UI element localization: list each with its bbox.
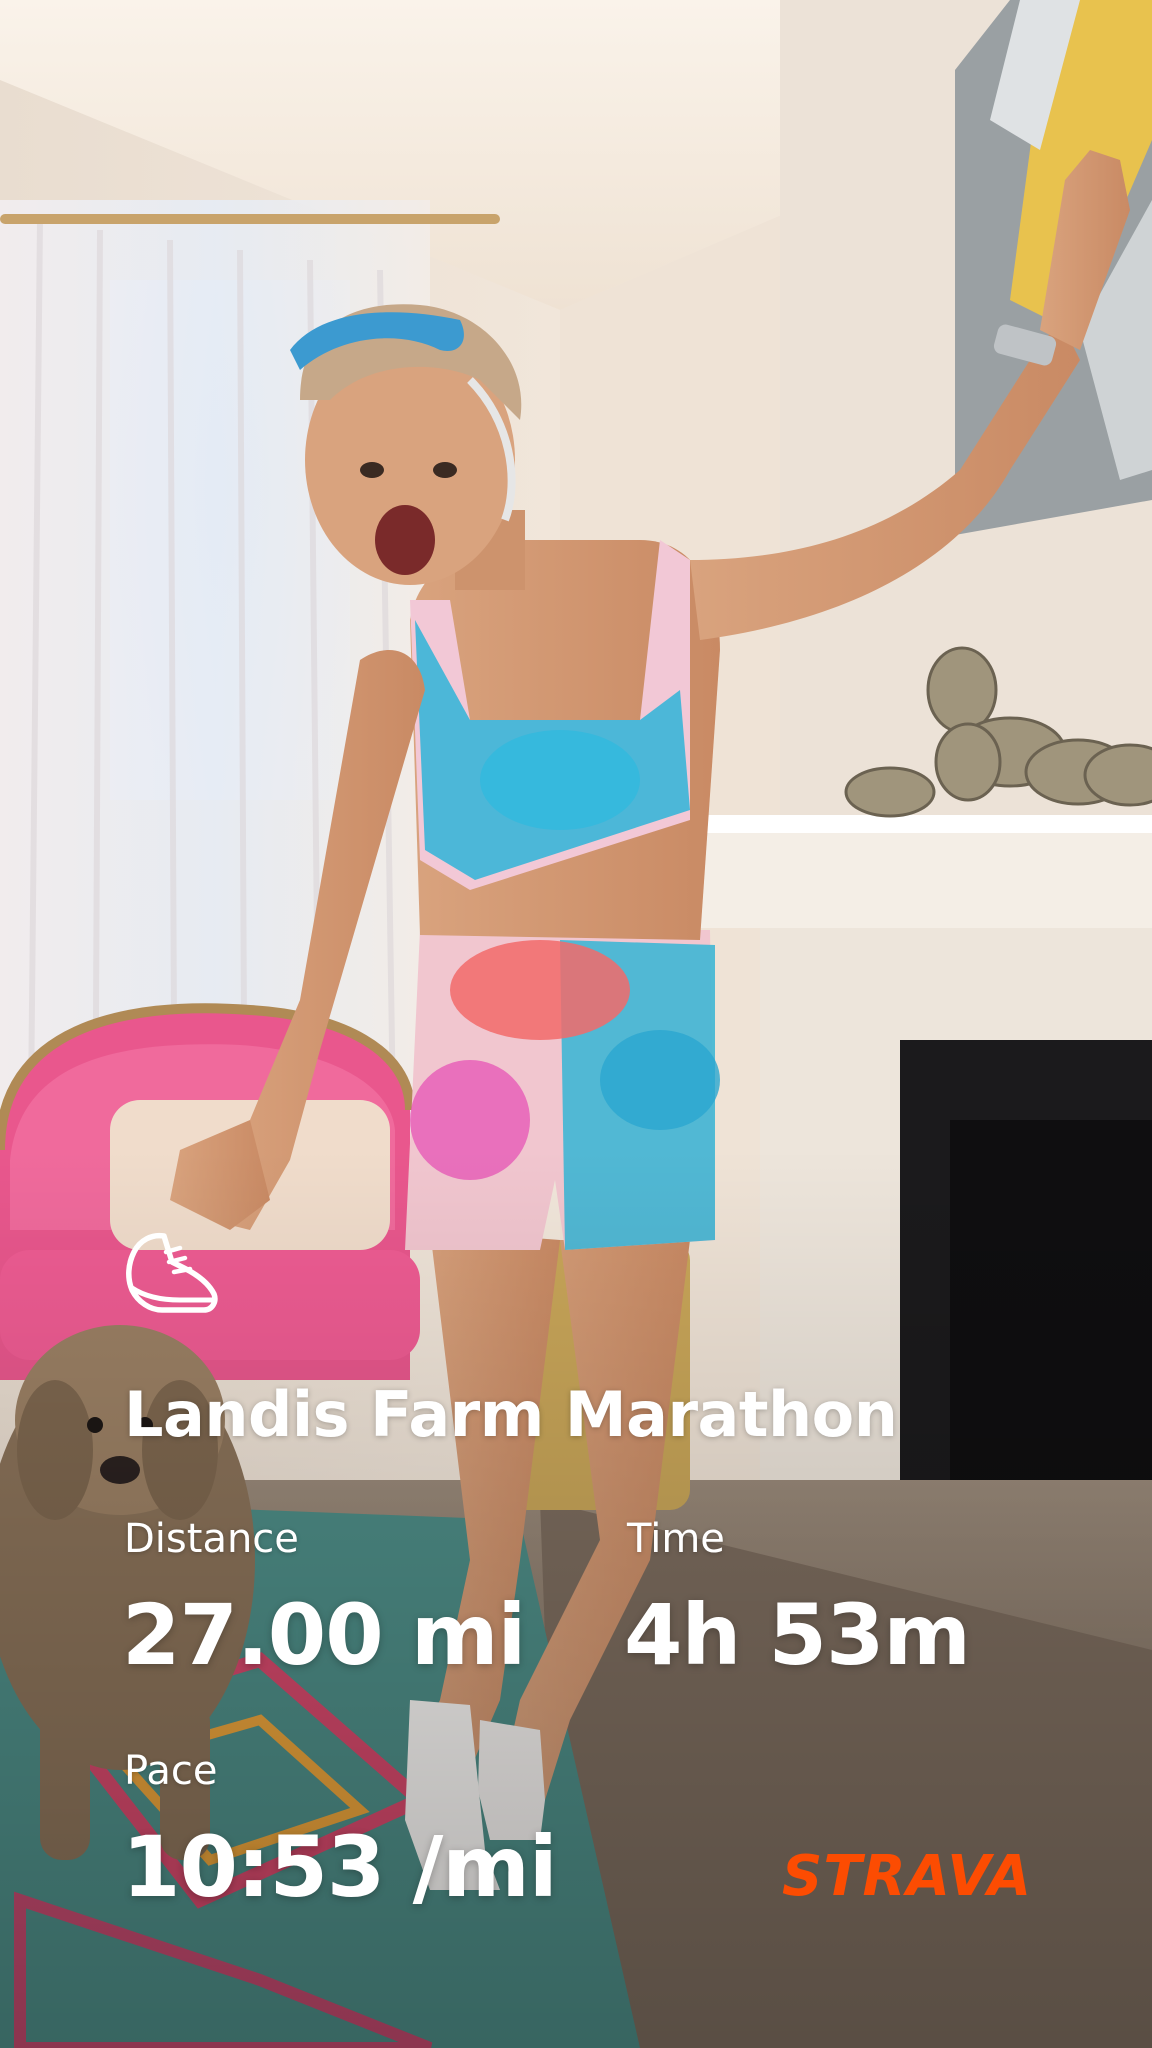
time-value: 4h 53m [624,1586,971,1684]
activity-share-card: Landis Farm Marathon Distance 27.00 mi T… [0,0,1152,2048]
time-label: Time [627,1516,725,1562]
distance-value: 27.00 mi [122,1586,526,1684]
activity-title: Landis Farm Marathon [124,1378,898,1451]
distance-label: Distance [124,1516,299,1562]
running-shoe-icon [126,1232,218,1313]
pace-label: Pace [124,1748,218,1794]
pace-value: 10:53 /mi [122,1818,558,1916]
strava-logo: STRAVA [782,1844,1033,1909]
